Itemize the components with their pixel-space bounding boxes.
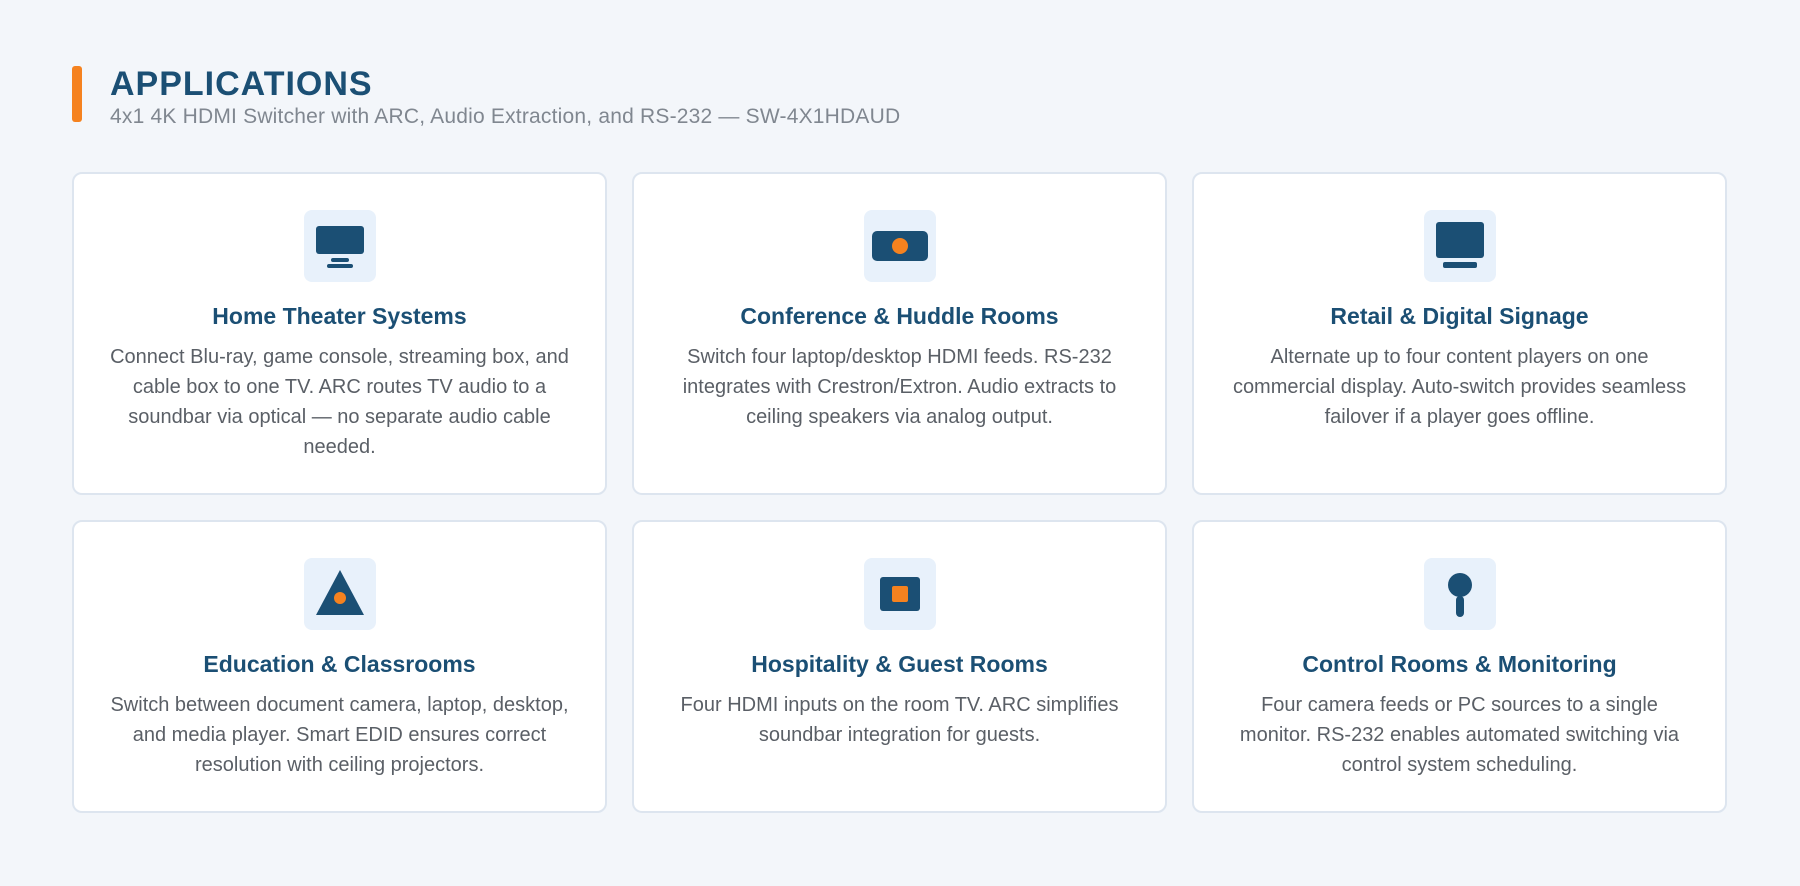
- triangle-icon: [303, 558, 376, 630]
- tv-box-icon: [863, 558, 936, 630]
- application-card-home-theater: Home Theater Systems Connect Blu-ray, ga…: [72, 172, 607, 495]
- card-title: Home Theater Systems: [212, 303, 467, 329]
- card-description: Switch between document camera, laptop, …: [110, 694, 569, 776]
- display-icon: [1423, 210, 1496, 282]
- application-card-control-rooms: Control Rooms & Monitoring Four camera f…: [1192, 520, 1727, 813]
- card-title: Retail & Digital Signage: [1330, 303, 1589, 329]
- card-description: Four HDMI inputs on the room TV. ARC sim…: [680, 694, 1119, 746]
- card-description: Connect Blu-ray, game console, streaming…: [110, 346, 569, 458]
- camera-pin-icon: [1423, 558, 1496, 630]
- card-title: Hospitality & Guest Rooms: [751, 651, 1048, 677]
- page-header: APPLICATIONS 4x1 4K HDMI Switcher with A…: [72, 66, 900, 130]
- card-title: Conference & Huddle Rooms: [740, 303, 1059, 329]
- projector-icon: [863, 210, 936, 282]
- page-title: APPLICATIONS: [110, 65, 373, 103]
- card-title: Education & Classrooms: [203, 651, 476, 677]
- accent-bar: [72, 66, 82, 122]
- header-text: APPLICATIONS 4x1 4K HDMI Switcher with A…: [110, 66, 900, 130]
- card-description: Switch four laptop/desktop HDMI feeds. R…: [682, 346, 1117, 428]
- application-card-retail: Retail & Digital Signage Alternate up to…: [1192, 172, 1727, 495]
- card-description: Four camera feeds or PC sources to a sin…: [1239, 694, 1680, 776]
- applications-grid: Home Theater Systems Connect Blu-ray, ga…: [72, 172, 1728, 813]
- application-card-conference: Conference & Huddle Rooms Switch four la…: [632, 172, 1167, 495]
- application-card-hospitality: Hospitality & Guest Rooms Four HDMI inpu…: [632, 520, 1167, 813]
- application-card-education: Education & Classrooms Switch between do…: [72, 520, 607, 813]
- card-description: Alternate up to four content players on …: [1232, 346, 1687, 428]
- monitor-icon: [303, 210, 376, 282]
- card-title: Control Rooms & Monitoring: [1302, 651, 1617, 677]
- page-subtitle: 4x1 4K HDMI Switcher with ARC, Audio Ext…: [110, 105, 901, 128]
